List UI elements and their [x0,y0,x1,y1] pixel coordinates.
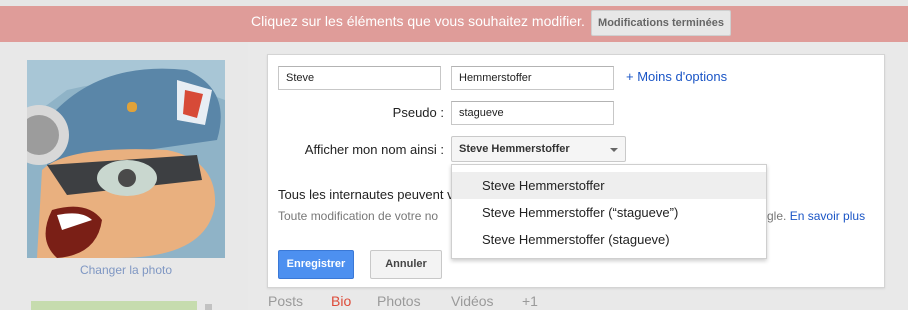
dropdown-option[interactable]: Steve Hemmerstoffer (stagueve) [452,226,766,253]
display-name-select[interactable]: Steve Hemmerstoffer [451,136,626,162]
tab-photos[interactable]: Photos [377,293,421,309]
change-note-end: gle. En savoir plus [767,209,865,223]
tab-videos[interactable]: Vidéos [451,293,494,309]
avatar[interactable] [27,60,225,258]
chevron-down-icon [610,148,618,152]
edit-mode-banner: Cliquez sur les éléments que vous souhai… [0,0,908,42]
nickname-field[interactable]: stagueve [451,101,614,125]
done-editing-button[interactable]: Modifications terminées [591,10,731,36]
tab-plus-one[interactable]: +1 [522,293,538,309]
save-button[interactable]: Enregistrer [278,250,354,279]
banner-message: Cliquez sur les éléments que vous souhai… [251,13,585,29]
dropdown-option[interactable]: Steve Hemmerstoffer (“stagueve”) [452,199,766,226]
tab-bio[interactable]: Bio [331,293,351,309]
change-photo-link[interactable]: Changer la photo [27,263,225,277]
change-note-tail: gle. [767,209,787,223]
dropdown-option[interactable]: Steve Hemmerstoffer [452,172,766,199]
sidebar-fragment [205,304,212,310]
learn-more-link[interactable]: En savoir plus [790,209,865,223]
visibility-text: Tous les internautes peuvent v [278,187,454,202]
nickname-label: Pseudo : [392,105,444,120]
display-name-selected: Steve Hemmerstoffer [459,143,570,155]
avatar-illustration [27,60,225,258]
first-name-field[interactable]: Steve [278,66,441,90]
last-name-field[interactable]: Hemmerstoffer [451,66,614,90]
change-note: Toute modification de votre no [278,209,439,223]
display-name-dropdown-menu: Steve Hemmerstoffer Steve Hemmerstoffer … [451,164,767,259]
tab-posts[interactable]: Posts [268,293,303,309]
cancel-button[interactable]: Annuler [370,250,442,279]
fewer-options-link[interactable]: + Moins d'options [626,69,727,84]
sidebar-green-block [31,301,197,310]
display-name-label: Afficher mon nom ainsi : [304,142,444,157]
banner-top-strip [0,0,908,6]
